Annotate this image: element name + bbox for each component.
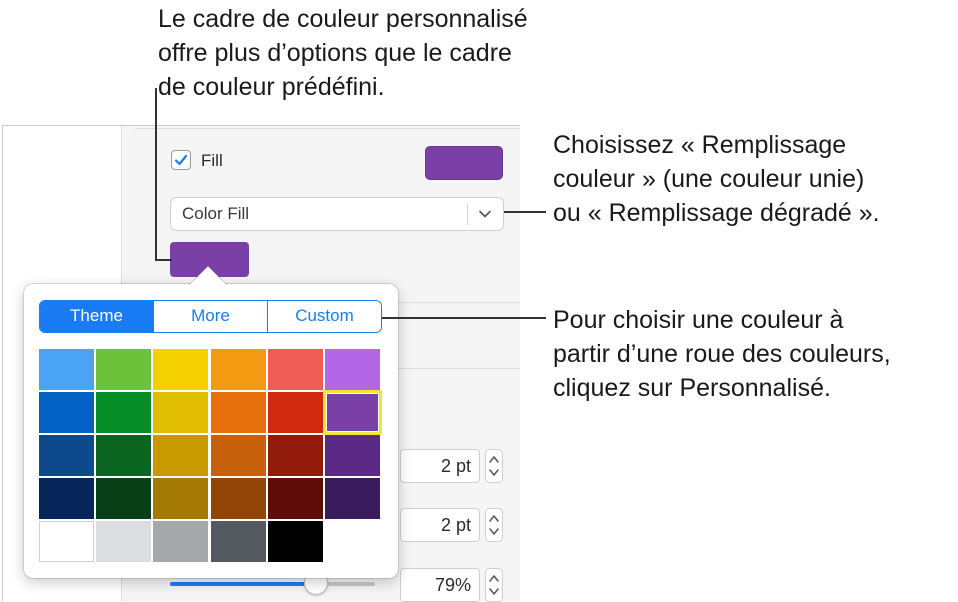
callout-custom-tab: Pour choisir une couleur à partir d’une … [553, 306, 891, 402]
callout-custom-color-frame: Le cadre de couleur personnalisé offre p… [158, 5, 528, 101]
fill-label: Fill [201, 151, 223, 170]
color-swatch[interactable] [96, 435, 152, 476]
color-swatch[interactable] [153, 392, 209, 433]
color-swatch[interactable] [210, 521, 266, 562]
color-swatch[interactable] [267, 521, 323, 562]
shadow-offset-field[interactable]: 2 pt [400, 508, 480, 542]
sidebar-divider-top [135, 128, 520, 129]
color-swatch[interactable] [153, 435, 209, 476]
color-swatch[interactable] [39, 521, 94, 562]
tab-custom[interactable]: Custom [267, 301, 381, 332]
opacity-slider-fill [170, 582, 316, 586]
color-swatch[interactable] [267, 435, 323, 476]
color-swatch[interactable] [267, 349, 323, 390]
color-swatch[interactable] [153, 478, 209, 519]
fill-color-well[interactable] [425, 146, 503, 180]
color-swatch[interactable] [210, 349, 266, 390]
stepper-arrows-icon[interactable] [485, 568, 503, 602]
color-swatch[interactable] [325, 349, 380, 390]
sidebar-divider-low [398, 368, 520, 369]
color-swatch[interactable] [210, 392, 266, 433]
fill-checkbox[interactable] [171, 150, 191, 170]
opacity-field[interactable]: 79% [400, 568, 480, 602]
popover-arrow-icon [188, 265, 228, 287]
color-swatch[interactable] [96, 521, 152, 562]
color-swatch[interactable] [267, 392, 323, 433]
color-tabs: Theme More Custom [39, 300, 382, 333]
line-width-field[interactable]: 2 pt [400, 449, 480, 483]
color-swatch-grid [39, 349, 382, 564]
color-swatch[interactable] [39, 478, 94, 519]
color-swatch[interactable] [325, 478, 380, 519]
callout-fill-type: Choisissez « Remplissage couleur » (une … [553, 131, 880, 227]
color-swatch[interactable] [325, 435, 380, 476]
color-swatch[interactable] [267, 478, 323, 519]
sidebar-divider-mid [398, 302, 520, 303]
color-swatch[interactable] [323, 390, 382, 435]
leader-line-custom-tab [382, 317, 546, 319]
chevron-down-icon [479, 210, 491, 218]
color-swatch[interactable] [210, 435, 266, 476]
color-swatch[interactable] [96, 392, 152, 433]
tab-theme[interactable]: Theme [40, 301, 153, 332]
popup-divider [467, 203, 468, 225]
color-swatch[interactable] [96, 349, 152, 390]
color-swatch[interactable] [39, 392, 94, 433]
color-swatch[interactable] [39, 435, 94, 476]
fill-type-value: Color Fill [182, 204, 250, 223]
color-swatch[interactable] [153, 521, 209, 562]
color-swatch[interactable] [210, 478, 266, 519]
stepper-arrows-icon[interactable] [485, 449, 503, 483]
color-swatch[interactable] [96, 478, 152, 519]
leader-line-top-horizontal [155, 259, 172, 261]
color-swatch[interactable] [39, 349, 94, 390]
leader-line-fill-type [504, 211, 546, 213]
stepper-arrows-icon[interactable] [485, 508, 503, 542]
leader-line-top-vertical [155, 88, 157, 261]
checkmark-icon [174, 154, 188, 166]
tab-more[interactable]: More [153, 301, 267, 332]
color-swatch[interactable] [153, 349, 209, 390]
